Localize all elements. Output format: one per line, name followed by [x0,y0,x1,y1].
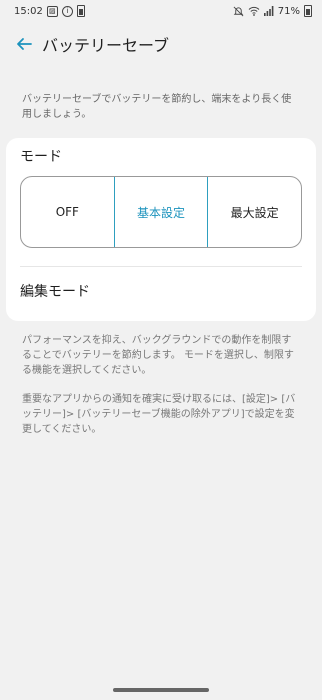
wifi-icon [248,6,260,16]
back-arrow-icon [17,38,32,50]
status-time: 15:02 [14,5,43,17]
description-text: バッテリーセーブでバッテリーを節約し、端末をより長く使用しましょう。 [22,94,292,120]
info-text-performance: パフォーマンスを抑え、バックグラウンドでの動作を制限することでバッテリーを節約し… [22,335,294,376]
gesture-bar[interactable] [113,688,209,692]
edit-mode-item[interactable]: 編集モード [20,267,302,315]
mute-icon [233,6,244,16]
mode-option-basic[interactable]: 基本設定 [113,177,209,247]
image-icon: ▨ [46,5,58,17]
mode-option-max[interactable]: 最大設定 [208,177,301,247]
mode-selector: OFF 基本設定 最大設定 [20,176,302,248]
mode-title: モード [20,149,62,165]
page-title: バッテリーセーブ [42,36,170,55]
battery-icon [304,5,312,17]
battery-percent: 71% [277,5,300,17]
battery-saver-icon [76,5,85,17]
mode-option-off[interactable]: OFF [21,177,114,247]
signal-icon [263,6,274,16]
status-right: 71% [233,5,312,17]
info-icon: i [61,5,73,17]
back-button[interactable] [12,32,36,56]
app-bar: バッテリーセーブ [0,22,322,66]
status-left: 15:02 ▨ i [14,5,85,17]
mode-card: モード OFF 基本設定 最大設定 編集モード [6,138,316,321]
info-text-notifications: 重要なアプリからの通知を確実に受け取るには、[設定]> [バッテリー]> [バッ… [22,394,296,435]
status-bar: 15:02 ▨ i 71% [0,0,322,22]
